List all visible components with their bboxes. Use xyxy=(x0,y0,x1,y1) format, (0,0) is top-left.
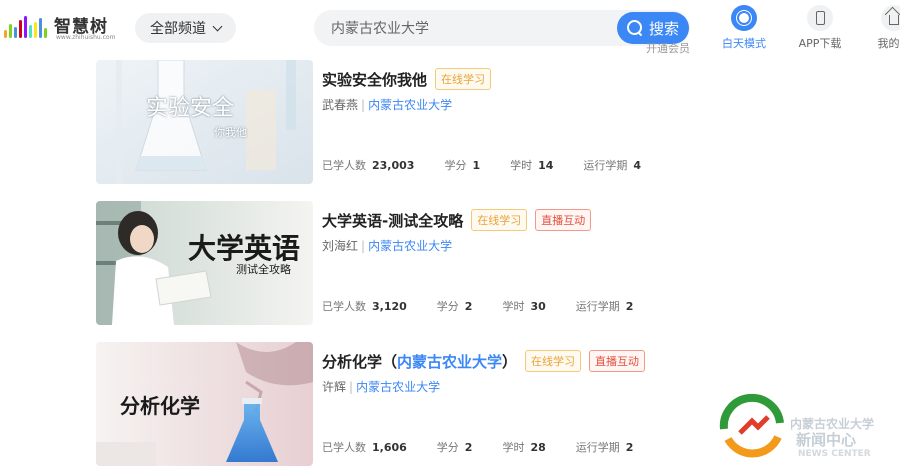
course-thumbnail[interactable]: 大学英语 测试全攻略 xyxy=(96,201,313,325)
channel-label: 全部频道 xyxy=(150,21,206,37)
phone-icon xyxy=(807,5,833,31)
terms-stat: 运行学期 2 xyxy=(575,300,634,313)
school-link[interactable]: 内蒙古农业大学 xyxy=(368,239,452,253)
terms-stat: 运行学期 2 xyxy=(575,441,634,454)
teacher-name[interactable]: 许辉 xyxy=(322,380,346,394)
logo-bars-icon xyxy=(4,14,52,38)
thumbnail-subcaption: 你我他 xyxy=(214,126,247,139)
nav-day-mode-label: 白天模式 xyxy=(722,37,766,50)
logo-subtext: www.zhihuishu.com xyxy=(56,34,116,41)
news-line2: 新闻中心 xyxy=(796,431,857,449)
search-input[interactable]: 内蒙古农业大学 xyxy=(331,18,429,38)
nav-app-download[interactable]: APP下载 xyxy=(790,5,850,51)
students-stat: 已学人数 23,003 xyxy=(322,159,415,172)
nav-app-download-label: APP下载 xyxy=(798,37,842,50)
online-learning-tag: 在线学习 xyxy=(435,68,492,90)
course-thumbnail[interactable]: 分析化学 xyxy=(96,342,313,466)
course-stats: 已学人数 1,606 学分 2 学时 28 运行学期 2 xyxy=(322,439,663,455)
credit-stat: 学分 1 xyxy=(444,159,481,172)
course-stats: 已学人数 3,120 学分 2 学时 30 运行学期 2 xyxy=(322,298,663,314)
search-button-label: 搜索 xyxy=(648,19,679,38)
hours-stat: 学时 14 xyxy=(510,159,554,172)
hours-stat: 学时 30 xyxy=(502,300,546,313)
nav-day-mode[interactable]: 白天模式 xyxy=(714,5,774,51)
course-title-suffix: ） xyxy=(502,353,518,371)
search-icon xyxy=(626,20,643,36)
teacher-row: 许辉 | 内蒙古农业大学 xyxy=(322,380,441,394)
course-title-text[interactable]: 实验安全你我他 xyxy=(322,71,427,89)
terms-stat: 运行学期 4 xyxy=(583,159,642,172)
teacher-row: 武春燕 | 内蒙古农业大学 xyxy=(322,98,453,112)
students-stat: 已学人数 3,120 xyxy=(322,300,407,313)
students-stat: 已学人数 1,606 xyxy=(322,441,407,454)
course-thumbnail[interactable]: 实验安全 你我他 xyxy=(96,60,313,184)
thumbnail-caption: 实验安全 xyxy=(146,96,235,121)
live-interaction-tag: 直播互动 xyxy=(535,209,592,231)
course-title[interactable]: 实验安全你我他 在线学习 xyxy=(322,68,492,90)
vip-link[interactable]: 开通会员 xyxy=(646,40,690,56)
channel-dropdown[interactable]: 全部频道 xyxy=(135,13,236,43)
thumbnail-caption: 分析化学 xyxy=(120,394,200,418)
nav-my-learning-label: 我的学 xyxy=(877,37,900,50)
school-link[interactable]: 内蒙古农业大学 xyxy=(356,380,440,394)
course-stats: 已学人数 23,003 学分 1 学时 14 运行学期 4 xyxy=(322,157,671,173)
news-center-badge[interactable]: 内蒙古农业大学 新闻中心 NEWS CENTER xyxy=(718,393,900,467)
credit-stat: 学分 2 xyxy=(436,300,473,313)
course-card[interactable]: 实验安全 你我他 实验安全你我他 在线学习 武春燕 | 内蒙古农业大学 已学人数 23,… xyxy=(96,60,816,184)
credit-stat: 学分 2 xyxy=(436,441,473,454)
hours-stat: 学时 28 xyxy=(502,441,546,454)
home-icon xyxy=(881,5,900,31)
teacher-row: 刘海红 | 内蒙古农业大学 xyxy=(322,239,453,253)
school-link[interactable]: 内蒙古农业大学 xyxy=(368,98,452,112)
thumbnail-subcaption: 测试全攻略 xyxy=(236,263,291,276)
online-learning-tag: 在线学习 xyxy=(471,209,528,231)
course-title[interactable]: 大学英语-测试全攻略 在线学习 直播互动 xyxy=(322,209,592,231)
live-interaction-tag: 直播互动 xyxy=(589,350,646,372)
course-card[interactable]: 大学英语 测试全攻略 大学英语-测试全攻略 在线学习 直播互动 刘海红 | 内蒙古农业大… xyxy=(96,201,816,325)
chevron-down-icon xyxy=(212,21,223,31)
online-learning-tag: 在线学习 xyxy=(525,350,582,372)
top-header: 智慧树 www.zhihuishu.com 全部频道 内蒙古农业大学 搜索 开通… xyxy=(0,0,900,60)
news-line3: NEWS CENTER xyxy=(798,449,871,459)
course-title-text[interactable]: 分析化学（ xyxy=(322,353,397,371)
course-card[interactable]: 分析化学 分析化学（内蒙古农业大学） 在线学习 直播互动 许辉 | 内蒙古农业大学 已学… xyxy=(96,342,816,466)
course-title-school[interactable]: 内蒙古农业大学 xyxy=(397,353,502,371)
site-logo[interactable]: 智慧树 www.zhihuishu.com xyxy=(4,10,116,46)
course-title-text[interactable]: 大学英语-测试全攻略 xyxy=(322,212,463,230)
sun-mode-icon xyxy=(731,5,757,31)
course-title[interactable]: 分析化学（内蒙古农业大学） 在线学习 直播互动 xyxy=(322,350,646,372)
teacher-name[interactable]: 武春燕 xyxy=(322,98,358,112)
nav-my-learning[interactable]: 我的学 xyxy=(864,5,900,51)
search-box[interactable]: 内蒙古农业大学 搜索 xyxy=(314,10,690,46)
teacher-name[interactable]: 刘海红 xyxy=(322,239,358,253)
